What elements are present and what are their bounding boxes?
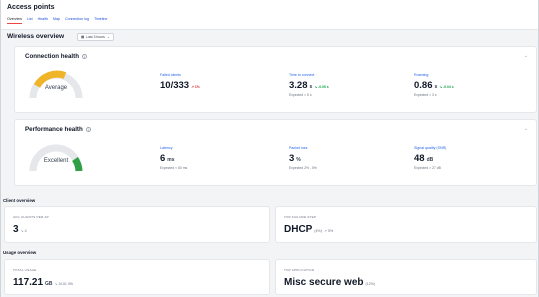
packet-loss-metric: Packet loss 3 % Expected 2% - 5%	[289, 146, 317, 170]
chevron-down-icon[interactable]: ⌄	[524, 126, 528, 132]
metric-expected: Expected < 5 s	[289, 93, 312, 97]
kpi-label: TOP APPLICATION	[284, 268, 315, 272]
metric-unit: %	[296, 157, 301, 163]
info-icon[interactable]: i	[81, 54, 87, 59]
metric-expected: Expected > 27 dB	[414, 166, 441, 170]
kpi-unit: GB	[45, 281, 53, 287]
trend-up-badge: ↗ 1%	[191, 85, 200, 89]
metric-unit: s	[434, 84, 438, 90]
connection-health-gauge	[29, 70, 83, 99]
time-range-dropdown[interactable]: ▦ Last 3 hours ⌄	[77, 33, 114, 41]
metric-unit: dB	[426, 157, 434, 163]
kpi-label: TOTAL USAGE	[13, 268, 37, 272]
tab-list[interactable]: List	[27, 17, 33, 24]
total-usage-card: TOTAL USAGE 117.21 GB ↘ 19.81 GB	[4, 259, 270, 295]
trend-down-badge: ↘ 4	[20, 229, 27, 233]
page-title: Access points	[7, 4, 55, 11]
kpi-value: 117.21	[13, 277, 44, 288]
kpi-label: AVG CLIENTS PER AP	[13, 215, 49, 219]
tab-bar: Overview List Health Map Connection log …	[7, 17, 107, 24]
kpi-value: Misc secure web	[284, 277, 364, 288]
chevron-down-icon: ⌄	[106, 35, 110, 39]
metric-value: 3	[289, 153, 295, 164]
page-header: Access points Overview List Health Map C…	[1, 0, 538, 30]
kpi-percent: (12%)	[365, 282, 376, 286]
metric-expected: Expected < 60 ms	[160, 166, 188, 170]
tab-connection-log[interactable]: Connection log	[65, 17, 89, 24]
connection-health-card: Connection health i ⌄ Average Failed cli…	[14, 46, 537, 113]
tab-health[interactable]: Health	[38, 17, 48, 24]
usage-overview-title: Usage overview	[3, 249, 37, 255]
kpi-value: 3	[13, 224, 19, 235]
metric-value: 3.28	[289, 80, 308, 91]
time-to-connect-metric: Time to connect 3.28 s ↘ -0.05 s Expecte…	[289, 73, 329, 97]
metric-value: 6	[160, 153, 166, 164]
trend-down-badge: ↘ 19.81 GB	[54, 282, 73, 286]
tab-map[interactable]: Map	[53, 17, 60, 24]
metric-unit: ms	[167, 157, 175, 163]
metric-label: Roaming	[414, 73, 429, 77]
metric-label: Signal quality (SNR)	[414, 146, 447, 150]
kpi-percent: (4%)	[314, 229, 322, 233]
avg-clients-card: AVG CLIENTS PER AP 3 ↘ 4	[4, 206, 270, 243]
performance-health-title: Performance health i	[25, 126, 91, 133]
info-icon[interactable]: i	[85, 127, 91, 132]
performance-health-card: Performance health i ⌄ Excellent Latency…	[14, 119, 537, 186]
calendar-icon: ▦	[81, 35, 85, 39]
metric-value: 0.86	[414, 80, 433, 91]
wireless-overview-title: Wireless overview	[7, 33, 65, 40]
performance-health-gauge	[29, 144, 83, 172]
metric-label: Packet loss	[289, 146, 308, 150]
client-overview-title: Client overview	[3, 197, 36, 203]
performance-health-title-text: Performance health	[25, 126, 83, 133]
chevron-down-icon[interactable]: ⌄	[524, 53, 528, 59]
metric-expected: Expected < 3 s	[414, 93, 437, 97]
kpi-label: TOP FAILURE STEP	[284, 215, 317, 219]
tab-overview[interactable]: Overview	[7, 17, 22, 24]
performance-health-status: Excellent	[43, 158, 69, 164]
app-frame: Access points Overview List Health Map C…	[0, 0, 539, 297]
metric-label: Time to connect	[289, 73, 315, 77]
connection-health-title: Connection health i	[25, 53, 87, 60]
roaming-metric: Roaming 0.86 s ↘ -0.04 s Expected < 3 s	[414, 73, 454, 97]
metric-expected: Expected 2% - 5%	[289, 166, 317, 170]
tab-timeline[interactable]: Timeline	[94, 17, 107, 24]
metric-value: 10/333	[160, 80, 190, 91]
metric-label: Latency	[160, 146, 173, 150]
kpi-value: DHCP	[284, 224, 313, 235]
connection-health-title-text: Connection health	[25, 53, 79, 60]
trend-down-badge: ↘ -0.04 s	[439, 85, 454, 89]
top-application-card: TOP APPLICATION Misc secure web (12%)	[275, 259, 537, 295]
connection-health-status: Average	[44, 85, 68, 91]
latency-metric: Latency 6 ms Expected < 60 ms	[160, 146, 187, 170]
metric-value: 48	[414, 153, 425, 164]
metric-unit: s	[309, 84, 313, 90]
trend-up-badge: ↗ 5%	[323, 229, 334, 233]
signal-quality-metric: Signal quality (SNR) 48 dB Expected > 27…	[414, 146, 446, 170]
metric-label: Failed clients	[160, 73, 181, 77]
failed-clients-metric: Failed clients 10/333 ↗ 1%	[160, 73, 200, 91]
top-failure-card: TOP FAILURE STEP DHCP (4%) ↗ 5%	[275, 206, 537, 243]
trend-down-badge: ↘ -0.05 s	[314, 85, 329, 89]
time-range-label: Last 3 hours	[86, 35, 105, 39]
